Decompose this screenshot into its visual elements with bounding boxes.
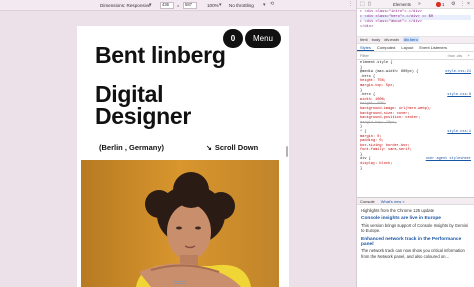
style-text[interactable]: } xyxy=(360,125,362,129)
resize-handle[interactable] xyxy=(174,281,186,284)
whats-new-heading[interactable]: Console insights are live in Europe xyxy=(361,216,470,221)
chevron-down-icon: ▾ xyxy=(149,2,152,8)
chevron-down-icon: ▾ xyxy=(219,2,222,8)
whats-new-list: Console insights are live in Europe This … xyxy=(361,216,470,259)
device-toggle-icon[interactable]: ▯ xyxy=(368,1,371,7)
drawer-tab[interactable]: Console xyxy=(360,199,375,204)
cart-count-button[interactable]: 0 xyxy=(223,29,243,48)
panel-tab[interactable]: Computed xyxy=(374,44,398,51)
drawer-tab[interactable]: What's new × xyxy=(381,199,405,204)
times-separator: × xyxy=(177,2,180,8)
panel-tab[interactable]: Styles xyxy=(357,44,374,51)
style-text[interactable]: margin-top: 5px; xyxy=(360,84,395,88)
style-source-link[interactable]: style.css:8 xyxy=(447,93,471,98)
hov-cls-toggle[interactable]: :hov .cls xyxy=(447,52,462,60)
style-text[interactable]: background-position: center; xyxy=(360,116,420,120)
elements-tab[interactable]: Elements xyxy=(393,2,411,7)
page-name: Bent linberg xyxy=(95,42,226,68)
breadcrumb-item[interactable]: body xyxy=(372,37,381,42)
breadcrumb-item[interactable]: div.main xyxy=(384,37,399,42)
style-source-link[interactable]: style.css:21 xyxy=(445,70,471,75)
style-text[interactable]: font-family: sans-serif; xyxy=(360,148,412,152)
style-line: } xyxy=(360,167,471,172)
style-text[interactable]: } xyxy=(360,66,362,70)
style-text[interactable]: background-size: cover; xyxy=(360,112,410,116)
devtools-panel: ⬚ ▯ Elements » 1 ⚙ ⋮ × ▸ <div class="int… xyxy=(356,0,474,287)
dimensions-select[interactable]: Dimensions: Responsive xyxy=(100,3,151,8)
style-text[interactable]: } xyxy=(360,89,362,93)
style-text[interactable]: element.style { xyxy=(360,61,392,65)
throttling-select[interactable]: No throttling xyxy=(229,3,254,8)
style-text[interactable]: margin-top: 10px; xyxy=(360,121,397,125)
more-options-icon[interactable]: ⋮ xyxy=(348,1,353,7)
inspect-icon[interactable]: ⬚ xyxy=(360,1,365,7)
panel-tab[interactable]: Event Listeners xyxy=(416,44,450,51)
width-input[interactable]: 436 xyxy=(160,2,174,9)
chevron-down-icon: ▾ xyxy=(263,2,266,8)
breadcrumb-item[interactable]: html xyxy=(360,37,368,42)
gear-icon[interactable]: ⚙ xyxy=(451,1,455,7)
style-text[interactable]: @media (max-width: 600px) { xyxy=(360,70,418,74)
styles-tab-bar: Styles Computed Layout Event Listeners xyxy=(357,44,474,52)
drawer-tabs: Console What's new × xyxy=(357,197,474,205)
add-rule-icon[interactable]: + xyxy=(468,52,470,60)
style-source-link[interactable]: style.css:1 xyxy=(447,130,471,135)
style-text[interactable]: .hero { xyxy=(360,93,375,97)
style-text[interactable]: div { xyxy=(360,157,371,161)
filter-input[interactable]: Filter xyxy=(360,53,369,58)
height-input[interactable]: 587 xyxy=(183,2,197,9)
style-text[interactable]: * { xyxy=(360,130,366,134)
style-text[interactable]: display: block; xyxy=(360,162,392,166)
title-line-2: Designer xyxy=(95,103,192,129)
style-text[interactable]: background-image: url(hero.webp); xyxy=(360,107,431,111)
scroll-down-label: Scroll Down xyxy=(214,143,259,152)
chevron-right-icon[interactable]: » xyxy=(418,1,421,7)
style-text[interactable]: height: 60%; xyxy=(360,102,386,106)
rotate-icon[interactable]: ⟲ xyxy=(270,1,274,7)
style-source-link[interactable]: user agent stylesheet xyxy=(426,157,471,162)
menu-button[interactable]: Menu xyxy=(245,29,281,48)
error-count: 1 xyxy=(442,2,445,7)
console-intro: Highlights from the Chrome 125 update xyxy=(361,208,435,213)
whats-new-panel: Highlights from the Chrome 125 update Co… xyxy=(357,205,474,261)
device-toolbar: Dimensions: Responsive ▾ 436 × 587 100% … xyxy=(0,0,356,11)
panel-tab[interactable]: Layout xyxy=(398,44,416,51)
style-text[interactable]: padding: 0; xyxy=(360,139,384,143)
whats-new-heading[interactable]: Enhanced network track in the Performanc… xyxy=(361,237,470,248)
zoom-select[interactable]: 100% xyxy=(207,3,219,8)
dom-tree: ▸ <div class="intro">…</div> ▸ <div class… xyxy=(357,9,474,37)
title-line-1: Digital xyxy=(95,81,164,107)
style-text[interactable]: } xyxy=(360,167,362,171)
more-vert-icon[interactable]: ⋮ xyxy=(460,1,465,7)
location-text: (Berlin , Germany) xyxy=(99,143,165,152)
devtools-top-bar: ⬚ ▯ Elements » 1 ⚙ ⋮ × xyxy=(357,0,474,9)
viewport-scrollbar[interactable] xyxy=(286,146,288,157)
dom-node[interactable]: </div> xyxy=(360,25,471,30)
styles-pane: element.style {} style.css:21 @media (max-… xyxy=(357,60,474,197)
styles-filter[interactable]: Filter :hov .cls + xyxy=(357,52,474,60)
style-line: style.css:21 @media (max-width: 600px) { xyxy=(360,70,471,75)
style-text[interactable]: height: 75%; xyxy=(360,79,386,83)
whats-new-text: The network track can now show you criti… xyxy=(361,248,465,259)
style-text[interactable]: margin: 0; xyxy=(360,135,382,139)
close-icon[interactable]: × xyxy=(467,1,470,7)
error-badge-icon[interactable] xyxy=(436,2,441,7)
breadcrumb-item[interactable]: div.hero xyxy=(402,37,419,42)
scroll-down-link[interactable]: ↘ Scroll Down xyxy=(206,143,258,152)
arrow-down-right-icon: ↘ xyxy=(206,145,212,152)
breadcrumb: html body div.main div.hero xyxy=(357,37,474,44)
page-title: Digital Designer xyxy=(95,81,192,129)
hero-portrait-image xyxy=(81,160,279,287)
whats-new-text: This version brings support of Console I… xyxy=(361,222,469,234)
